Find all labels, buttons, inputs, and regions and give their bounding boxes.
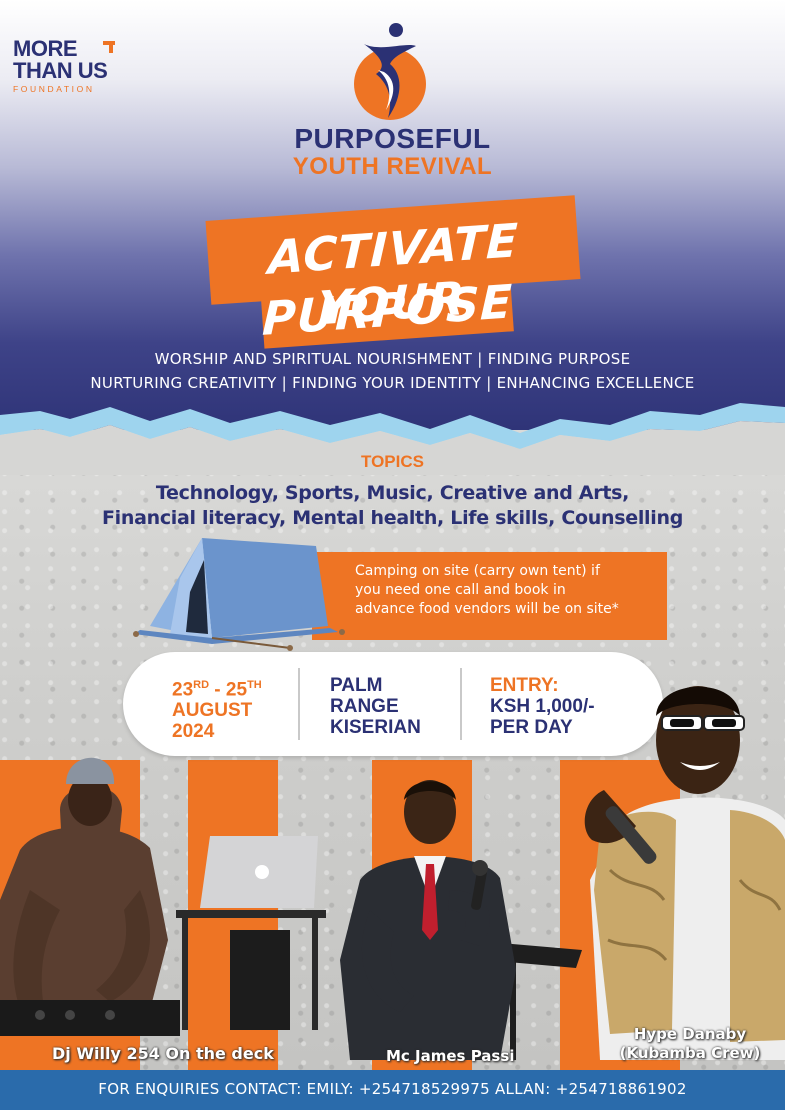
topics-heading: TOPICS [361, 452, 424, 471]
pill-divider [460, 668, 462, 740]
hype-man-caption: Hype Danaby (Kubamba Crew) [605, 1025, 775, 1063]
focus-line2: NURTURING CREATIVITY | FINDING YOUR IDEN… [90, 374, 695, 392]
camping-note: Camping on site (carry own tent) if you … [355, 562, 655, 619]
entry-line2: KSH 1,000/- [490, 696, 595, 717]
figure-mark-icon [354, 23, 426, 120]
more-than-us-logo: MORE THAN US FOUNDATION [13, 36, 115, 94]
event-title-line2: YOUTH REVIVAL [292, 153, 493, 180]
pill-divider [298, 668, 300, 740]
event-date: 23RD - 25TH AUGUST 2024 [172, 675, 262, 742]
topics-line2: Financial literacy, Mental health, Life … [101, 507, 684, 529]
logo-line-more: MORE [13, 36, 78, 61]
date-line2: AUGUST [172, 700, 253, 722]
plus-arrow-icon [103, 41, 115, 53]
dj-caption: Dj Willy 254 On the deck [52, 1044, 274, 1063]
mc-caption: Mc James Passi [386, 1047, 515, 1065]
tent-icon [133, 538, 345, 651]
entry-line1: ENTRY: [490, 675, 559, 696]
event-entry: ENTRY: KSH 1,000/- PER DAY [490, 675, 595, 738]
contact-footer-text: FOR ENQUIRIES CONTACT: EMILY: +254718529… [98, 1080, 687, 1098]
event-poster: MORE THAN US FOUNDATION PURPOSEFUL YOUTH… [0, 0, 785, 1110]
logo-line-than-us: THAN US [13, 58, 108, 83]
hype-man-caption-line1: Hype Danaby [633, 1025, 747, 1043]
hype-man-caption-line2: (Kubamba Crew) [619, 1044, 761, 1062]
entry-line3: PER DAY [490, 717, 573, 738]
event-title-line1: PURPOSEFUL [294, 123, 491, 154]
focus-line1: WORSHIP AND SPIRITUAL NOURISHMENT | FIND… [154, 350, 631, 368]
venue-line3: KISERIAN [330, 717, 421, 738]
date-line1: 23RD - 25TH [172, 679, 262, 701]
mc-photo [340, 780, 582, 1060]
event-venue: PALM RANGE KISERIAN [330, 675, 421, 738]
hype-man-photo [584, 686, 785, 1060]
logo-line-foundation: FOUNDATION [13, 84, 95, 94]
camping-line2: you need one call and book in [355, 582, 566, 598]
venue-line2: RANGE [330, 696, 399, 717]
dj-photo [0, 757, 326, 1036]
topics-line1: Technology, Sports, Music, Creative and … [155, 482, 630, 504]
camping-line3: advance food vendors will be on site* [355, 601, 619, 617]
venue-line1: PALM [330, 675, 383, 696]
camping-line1: Camping on site (carry own tent) if [355, 563, 600, 579]
